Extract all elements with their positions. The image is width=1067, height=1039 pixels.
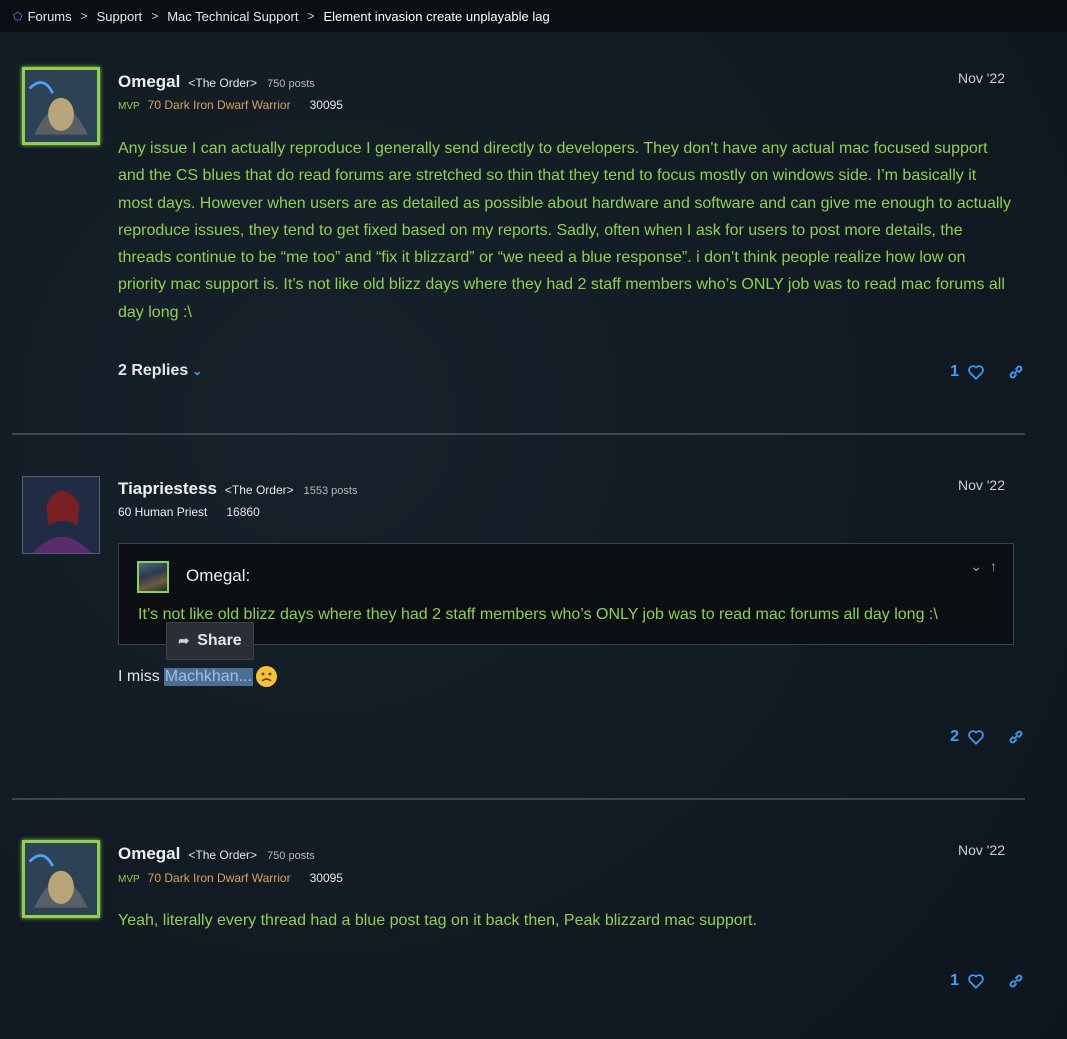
character-info: 70 Dark Iron Dwarf Warrior (147, 871, 291, 885)
guild-name: <The Order> (188, 848, 258, 862)
achievement-points: 30095 (309, 871, 343, 885)
like-count[interactable]: 1 (950, 972, 959, 990)
link-icon[interactable] (1007, 972, 1025, 990)
avatar[interactable] (22, 840, 100, 918)
post-body: Yeah, literally every thread had a blue … (118, 912, 757, 929)
mvp-badge: MVP (118, 874, 140, 885)
post-actions: 1 (950, 972, 1025, 990)
avatar-image (25, 843, 97, 915)
post-count: 750 posts (267, 850, 315, 862)
post-omegal-2: Omegal <The Order> 750 posts MVP 70 Dark… (12, 0, 1025, 1039)
heart-icon[interactable] (967, 972, 985, 990)
username[interactable]: Omegal (118, 844, 180, 864)
post-date[interactable]: Nov '22 (958, 842, 1005, 858)
